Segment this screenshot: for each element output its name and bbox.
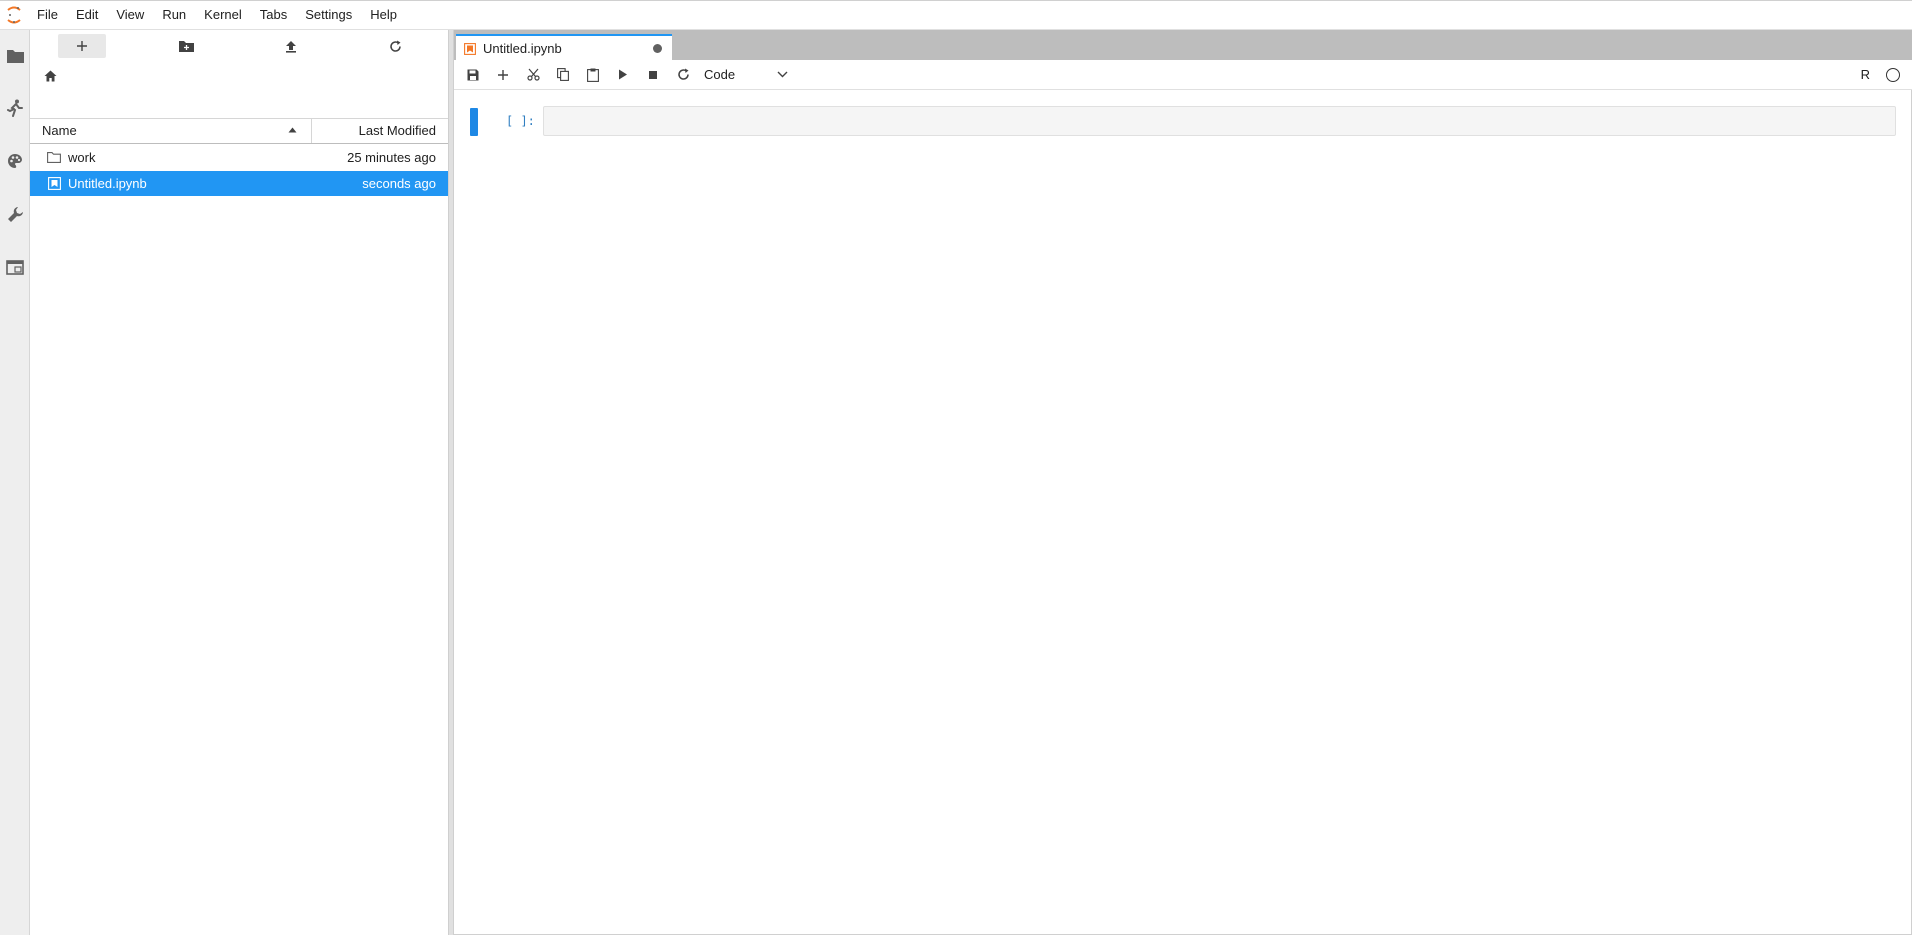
notebook-icon — [464, 42, 476, 55]
folder-icon[interactable] — [0, 38, 30, 74]
menu-tabs[interactable]: Tabs — [251, 0, 296, 30]
cell-prompt: [ ]: — [506, 114, 535, 128]
copy-button[interactable] — [548, 62, 578, 88]
refresh-icon — [390, 40, 402, 52]
tabs-icon[interactable] — [0, 249, 30, 285]
menu-bar: File Edit View Run Kernel Tabs Settings … — [0, 0, 1912, 30]
paste-icon — [587, 68, 599, 82]
folder-icon — [42, 152, 66, 163]
insert-cell-button[interactable] — [488, 62, 518, 88]
file-modified: seconds ago — [362, 176, 436, 191]
breadcrumb — [30, 62, 448, 90]
menu-view[interactable]: View — [107, 0, 153, 30]
tab-untitled-ipynb[interactable]: Untitled.ipynb — [456, 34, 672, 61]
file-name: Untitled.ipynb — [68, 176, 147, 191]
kernel-status-idle-icon — [1886, 68, 1900, 82]
save-button[interactable] — [458, 62, 488, 88]
upload-button[interactable] — [239, 30, 344, 62]
file-browser-toolbar — [30, 30, 448, 62]
menu-kernel[interactable]: Kernel — [195, 0, 251, 30]
restart-button[interactable] — [668, 62, 698, 88]
file-browser: Name Last Modified work 25 minutes ago U… — [30, 30, 448, 935]
unsaved-dot-icon[interactable] — [653, 44, 662, 53]
kernel-name[interactable]: R — [1861, 67, 1870, 82]
plus-icon — [498, 69, 508, 80]
file-row-work[interactable]: work 25 minutes ago — [30, 145, 448, 170]
restart-icon — [677, 68, 689, 80]
wrench-icon[interactable] — [0, 196, 30, 232]
running-icon[interactable] — [0, 90, 30, 126]
main-area: Untitled.ipynb Code R []: — [454, 30, 1912, 935]
new-launcher-button[interactable] — [30, 30, 135, 62]
refresh-button[interactable] — [344, 30, 449, 62]
cell-collapser[interactable] — [470, 108, 478, 136]
paste-button[interactable] — [578, 62, 608, 88]
chevron-down-icon — [777, 71, 788, 78]
notebook-toolbar: Code R — [454, 60, 1912, 90]
plus-icon — [77, 41, 88, 51]
copy-icon — [557, 68, 569, 81]
run-button[interactable] — [608, 62, 638, 88]
cell-type-value: Code — [704, 67, 736, 82]
menu-help[interactable]: Help — [361, 0, 406, 30]
tab-bar: Untitled.ipynb — [454, 30, 1912, 61]
cell-input-editor[interactable] — [543, 106, 1896, 136]
stop-icon — [649, 70, 657, 79]
menu-settings[interactable]: Settings — [296, 0, 361, 30]
menu-run[interactable]: Run — [153, 0, 195, 30]
sort-ascending-icon — [288, 127, 297, 133]
menu-edit[interactable]: Edit — [67, 0, 107, 30]
interrupt-button[interactable] — [638, 62, 668, 88]
new-folder-icon — [179, 41, 195, 52]
run-icon — [619, 69, 627, 80]
notebook-icon — [42, 177, 66, 190]
cut-button[interactable] — [518, 62, 548, 88]
activity-bar — [0, 30, 30, 935]
column-header-last-modified[interactable]: Last Modified — [312, 119, 448, 143]
file-name: work — [68, 150, 96, 165]
cut-icon — [526, 68, 540, 81]
menu-file[interactable]: File — [28, 0, 67, 30]
new-folder-button[interactable] — [135, 30, 240, 62]
column-header-name[interactable]: Name — [30, 119, 312, 143]
home-icon[interactable] — [44, 70, 57, 82]
tab-title: Untitled.ipynb — [483, 41, 562, 56]
save-icon — [467, 69, 479, 80]
upload-icon — [286, 40, 297, 53]
jupyter-logo-icon[interactable] — [0, 0, 28, 30]
code-cell[interactable]: [ ]: — [470, 106, 1896, 136]
file-list-header: Name Last Modified — [30, 118, 448, 144]
file-modified: 25 minutes ago — [347, 150, 436, 165]
file-row-untitled-ipynb[interactable]: Untitled.ipynb seconds ago — [30, 171, 448, 196]
cell-type-dropdown[interactable]: Code — [704, 67, 788, 82]
palette-icon[interactable] — [0, 143, 30, 179]
